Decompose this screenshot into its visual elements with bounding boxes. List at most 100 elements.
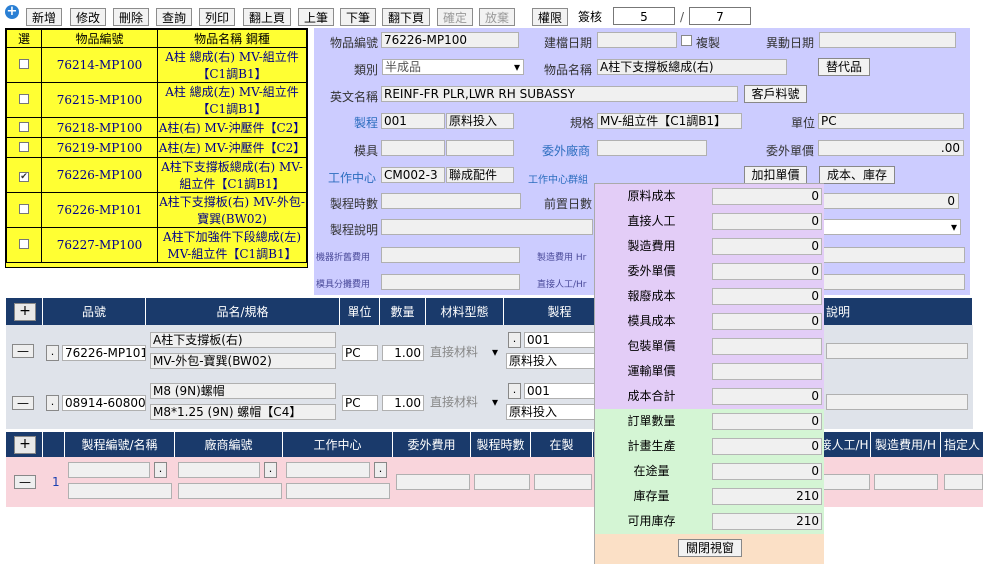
workcenter-name-field[interactable]: 聯成配件 [446, 167, 514, 183]
mfg-cost-hr-field[interactable] [819, 247, 965, 263]
prev-record-button[interactable]: 上筆 [298, 8, 334, 26]
copy-checkbox[interactable] [681, 35, 692, 46]
bom-name-field[interactable]: A柱下支撐板(右) [150, 332, 336, 348]
current-page-field[interactable]: 5 [613, 7, 675, 25]
row-checkbox[interactable] [19, 59, 29, 69]
lookup-process-button[interactable]: . [154, 462, 167, 478]
popup-row-value[interactable]: 0 [712, 438, 822, 455]
bom-code-field[interactable]: 08914-60800 [62, 395, 146, 411]
process-desc-field[interactable] [381, 219, 593, 235]
routing-workcenter-code-field[interactable] [286, 462, 370, 478]
bom-desc-field[interactable] [826, 343, 968, 359]
list-item[interactable]: 76215-MP100 A柱 總成(左) MV-組立件【C1調B1】 [6, 82, 307, 118]
routing-outsource-fee-field[interactable] [396, 474, 470, 490]
row-checkbox[interactable]: ✔ [19, 172, 29, 182]
list-item[interactable]: 76214-MP100 A柱 總成(右) MV-組立件【C1調B1】 [6, 47, 307, 83]
bom-qty-field[interactable]: 1.00 [382, 345, 424, 361]
remove-row-button[interactable]: — [14, 475, 36, 489]
bom-desc-field[interactable] [826, 394, 968, 410]
lookup-process-button[interactable]: . [508, 383, 521, 399]
bom-material-select[interactable]: 直接材料 ▾ [428, 395, 500, 411]
popup-row-value[interactable]: 0 [712, 288, 822, 305]
mold-code-field[interactable] [381, 140, 445, 156]
popup-row-value[interactable]: 0 [712, 413, 822, 430]
routing-workcenter-name-field[interactable] [286, 483, 390, 499]
type-select[interactable]: 半成品 ▾ [382, 59, 524, 75]
markup-price-button[interactable]: 加扣單價 [744, 166, 807, 184]
bom-unit-field[interactable]: PC [342, 345, 378, 361]
lead-days-field[interactable]: 0 [819, 193, 959, 209]
mold-share-field[interactable] [381, 274, 520, 290]
process-name-field[interactable]: 原料投入 [446, 113, 514, 129]
next-record-button[interactable]: 下筆 [340, 8, 376, 26]
add-circle-icon[interactable]: + [5, 5, 19, 19]
remove-row-button[interactable]: — [12, 344, 34, 358]
routing-hours-field[interactable] [474, 474, 530, 490]
lookup-code-button[interactable]: . [46, 395, 59, 411]
popup-row-value[interactable]: 0 [712, 263, 822, 280]
bom-process-code-field[interactable]: 001 [524, 332, 604, 348]
created-date-field[interactable] [597, 32, 677, 48]
substitute-button[interactable]: 替代品 [818, 58, 870, 76]
routing-vendor-code-field[interactable] [178, 462, 260, 478]
changed-date-field[interactable] [819, 32, 956, 48]
list-item[interactable]: 76218-MP100 A柱(右) MV-沖壓件【C2】 [6, 117, 307, 138]
popup-row-value[interactable] [712, 338, 822, 355]
bom-process-name-field[interactable]: 原料投入 [506, 353, 604, 369]
query-button[interactable]: 查詢 [156, 8, 192, 26]
machine-depreciation-field[interactable] [381, 247, 520, 263]
process-code-field[interactable]: 001 [381, 113, 445, 129]
mold-name-field[interactable] [446, 140, 514, 156]
item-name-field[interactable]: A柱下支撐板總成(右) [597, 59, 787, 75]
labor-hr-field[interactable] [819, 274, 965, 290]
row-checkbox[interactable] [19, 141, 29, 152]
english-name-field[interactable]: REINF-FR PLR,LWR RH SUBASSY [381, 86, 738, 102]
row-checkbox[interactable] [19, 239, 29, 249]
bom-material-select[interactable]: 直接材料 ▾ [428, 345, 500, 361]
unit-field[interactable]: PC [818, 113, 964, 129]
list-item[interactable]: 76227-MP100 A柱下加強件下段總成(左) MV-組立件【C1調B1】 [6, 227, 307, 263]
bom-spec-field[interactable]: M8*1.25 (9N) 螺帽【C4】 [150, 404, 336, 420]
routing-vendor-name-field[interactable] [178, 483, 282, 499]
lookup-workcenter-button[interactable]: . [374, 462, 387, 478]
popup-row-value[interactable]: 210 [712, 513, 822, 530]
bom-process-name-field[interactable]: 原料投入 [506, 404, 604, 420]
process-desc-select[interactable]: ▾ [819, 219, 961, 235]
prev-page-button[interactable]: 翻上頁 [243, 8, 291, 26]
row-checkbox[interactable] [19, 204, 29, 214]
lookup-code-button[interactable]: . [46, 345, 59, 361]
routing-process-name-field[interactable] [68, 483, 172, 499]
row-checkbox[interactable] [19, 121, 29, 132]
bom-unit-field[interactable]: PC [342, 395, 378, 411]
spec-field[interactable]: MV-組立件【C1調B1】 [597, 113, 742, 129]
add-routing-row-button[interactable]: + [14, 436, 36, 454]
workcenter-code-field[interactable]: CM002-3 [381, 167, 445, 183]
bom-name-field[interactable]: M8 (9N)螺帽 [150, 383, 336, 399]
popup-row-value[interactable]: 210 [712, 488, 822, 505]
bom-qty-field[interactable]: 1.00 [382, 395, 424, 411]
print-button[interactable]: 列印 [199, 8, 235, 26]
new-button[interactable]: 新增 [26, 8, 62, 26]
list-item[interactable]: 76226-MP101 A柱下支撐板(右) MV-外包-寶巽(BW02) [6, 192, 307, 228]
routing-process-code-field[interactable] [68, 462, 150, 478]
delete-button[interactable]: 刪除 [113, 8, 149, 26]
lookup-vendor-button[interactable]: . [264, 462, 277, 478]
close-window-button[interactable]: 關閉視窗 [678, 539, 742, 557]
outsource-price-field[interactable]: .00 [818, 140, 964, 156]
vendor-field[interactable] [597, 140, 707, 156]
popup-row-value[interactable]: 0 [712, 188, 822, 205]
next-page-button[interactable]: 翻下頁 [382, 8, 430, 26]
item-code-field[interactable]: 76226-MP100 [381, 32, 519, 48]
edit-button[interactable]: 修改 [70, 8, 106, 26]
remove-row-button[interactable]: — [12, 396, 34, 410]
list-item[interactable]: 76219-MP100 A柱(左) MV-沖壓件【C2】 [6, 137, 307, 158]
popup-row-value[interactable]: 0 [712, 463, 822, 480]
confirm-button[interactable]: 確定 [437, 8, 473, 26]
process-hours-field[interactable] [381, 193, 521, 209]
customer-part-button[interactable]: 客戶料號 [744, 85, 807, 103]
routing-wip-field[interactable] [534, 474, 592, 490]
bom-process-code-field[interactable]: 001 [524, 383, 604, 399]
routing-assignee-field[interactable] [944, 474, 983, 490]
bom-code-field[interactable]: 76226-MP101 [62, 345, 146, 361]
popup-row-value[interactable]: 0 [712, 313, 822, 330]
